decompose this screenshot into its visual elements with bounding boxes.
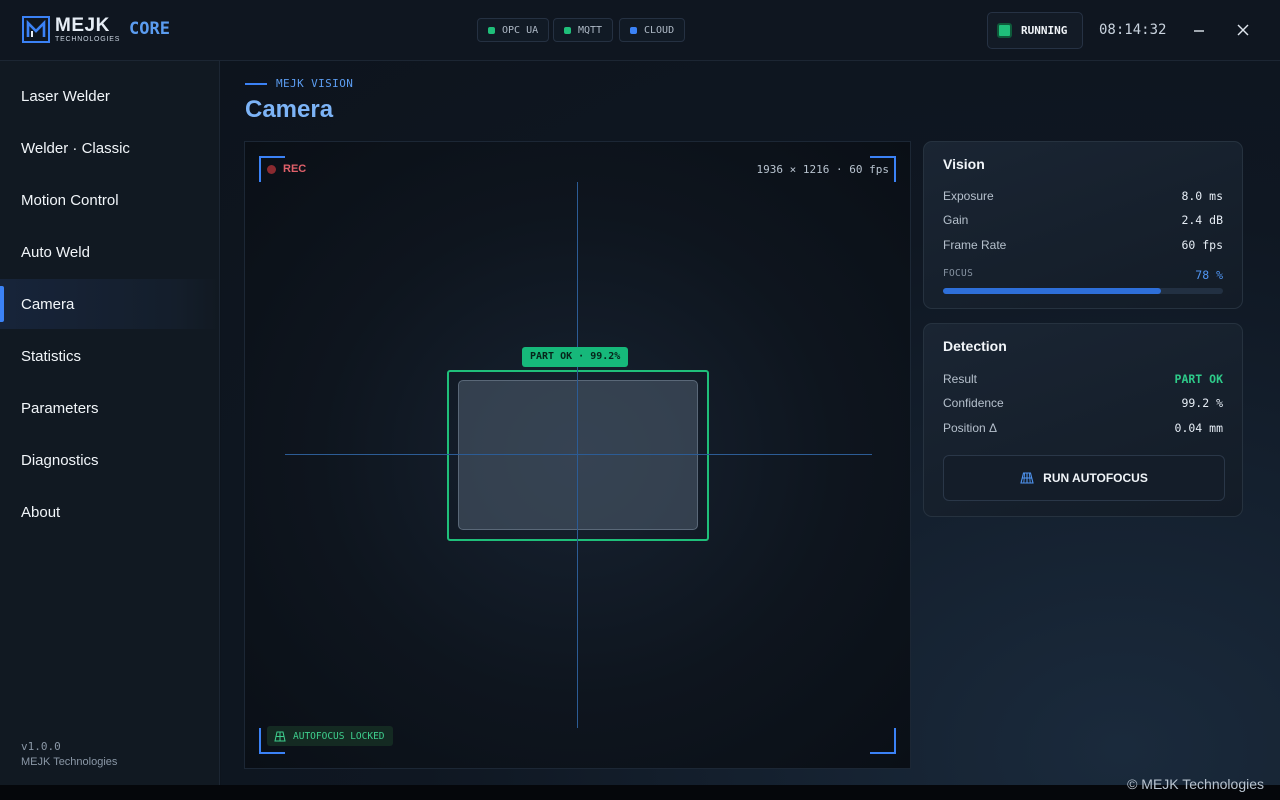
section-eyebrow: MEJK VISION <box>245 77 353 90</box>
connection-status-dot <box>488 26 495 34</box>
brand-name: MEJK <box>55 15 110 36</box>
focus-grid-icon <box>274 731 286 741</box>
viewport-corner-bracket <box>870 728 896 754</box>
vision-card: Vision Exposure 8.0 ms Gain 2.4 dB Frame… <box>923 141 1243 309</box>
company-name: MEJK Technologies <box>21 756 118 768</box>
run-autofocus-label: RUN AUTOFOCUS <box>1043 471 1148 485</box>
page-title: Camera <box>245 96 334 123</box>
row-value: 2.4 dB <box>1181 213 1223 227</box>
row-label: Result <box>943 372 978 386</box>
card-title: Vision <box>943 156 985 172</box>
connection-opcua: OPC UA <box>477 18 550 42</box>
row-value: 8.0 ms <box>1181 189 1223 203</box>
vision-row-frame-rate: Frame Rate 60 fps <box>943 238 1223 254</box>
logo-icon <box>22 16 50 43</box>
sidebar-item-welder-classic[interactable]: Welder · Classic <box>0 123 219 173</box>
status-led-icon <box>997 23 1012 38</box>
sidebar-item-camera[interactable]: Camera <box>0 279 219 329</box>
minimize-button[interactable] <box>1188 19 1210 41</box>
sidebar-item-diagnostics[interactable]: Diagnostics <box>0 435 219 485</box>
connection-label: CLOUD <box>644 24 675 36</box>
clock: 08:14:32 <box>1099 22 1167 38</box>
eyebrow-bar <box>245 82 267 85</box>
close-icon <box>1237 24 1249 36</box>
crosshair-vertical <box>577 182 578 728</box>
focus-progress-bar <box>943 288 1223 294</box>
vision-row-gain: Gain 2.4 dB <box>943 213 1223 229</box>
record-dot-icon <box>267 164 276 174</box>
detection-tag: PART OK · 99.2% <box>522 347 629 367</box>
detection-bounding-box <box>447 370 709 541</box>
minimize-icon <box>1194 30 1204 32</box>
vision-row-exposure: Exposure 8.0 ms <box>943 189 1223 205</box>
focus-progress-fill <box>943 288 1162 294</box>
brand-subtitle: TECHNOLOGIES <box>55 36 121 43</box>
machine-status-badge: RUNNING <box>987 12 1083 49</box>
card-title: Detection <box>943 338 1007 354</box>
connection-label: MQTT <box>578 24 603 36</box>
connection-label: OPC UA <box>502 24 539 36</box>
row-label: Gain <box>943 213 969 227</box>
close-button[interactable] <box>1232 19 1254 41</box>
connection-status-dot <box>630 26 637 34</box>
connection-cloud: CLOUD <box>619 18 686 42</box>
row-label: Position Δ <box>943 421 998 435</box>
machine-status-label: RUNNING <box>1021 24 1068 37</box>
sidebar-item-laser-welder[interactable]: Laser Welder <box>0 71 219 121</box>
run-autofocus-button[interactable]: RUN AUTOFOCUS <box>943 455 1225 501</box>
focus-value: 78 % <box>1195 268 1223 282</box>
detection-row-result: Result PART OK <box>943 372 1223 388</box>
row-label: Exposure <box>943 189 994 203</box>
row-label: Frame Rate <box>943 238 1007 252</box>
rec-label: REC <box>283 163 307 175</box>
eyebrow-label: MEJK VISION <box>276 77 354 90</box>
main-content: MEJK VISION Camera REC 1936 × 1216 · 60 … <box>221 61 1280 785</box>
sidebar-item-auto-weld[interactable]: Auto Weld <box>0 227 219 277</box>
focus-grid-icon <box>1020 472 1034 484</box>
connection-status-dot <box>564 26 571 34</box>
detection-row-confidence: Confidence 99.2 % <box>943 396 1223 412</box>
detection-row-position-delta: Position Δ 0.04 mm <box>943 421 1223 437</box>
row-value: 99.2 % <box>1181 396 1223 410</box>
sidebar: Laser Welder Welder · Classic Motion Con… <box>0 61 220 785</box>
app-window: MEJK TECHNOLOGIES CORE OPC UA MQTT CLOUD… <box>0 0 1280 785</box>
camera-viewport[interactable]: REC 1936 × 1216 · 60 fps PART OK · 99.2%… <box>244 141 911 769</box>
focus-label: FOCUS <box>943 268 974 279</box>
copyright-notice: © MEJK Technologies <box>1127 776 1264 792</box>
resolution-info: 1936 × 1216 · 60 fps <box>756 163 889 176</box>
sidebar-item-about[interactable]: About <box>0 487 219 537</box>
row-value: PART OK <box>1174 372 1223 386</box>
top-bar: MEJK TECHNOLOGIES CORE OPC UA MQTT CLOUD… <box>0 0 1280 61</box>
sidebar-item-statistics[interactable]: Statistics <box>0 331 219 381</box>
detection-card: Detection Result PART OK Confidence 99.2… <box>923 323 1243 517</box>
autofocus-status-badge: AUTOFOCUS LOCKED <box>267 726 393 746</box>
app-version: v1.0.0 <box>21 740 61 753</box>
row-value: 0.04 mm <box>1174 421 1223 435</box>
autofocus-status-label: AUTOFOCUS LOCKED <box>293 730 385 742</box>
connection-mqtt: MQTT <box>553 18 614 42</box>
sidebar-item-motion-control[interactable]: Motion Control <box>0 175 219 225</box>
row-value: 60 fps <box>1181 238 1223 252</box>
crosshair-horizontal <box>285 454 872 455</box>
row-label: Confidence <box>943 396 1004 410</box>
rec-indicator: REC <box>267 163 306 175</box>
product-name: CORE <box>129 19 170 39</box>
sidebar-item-parameters[interactable]: Parameters <box>0 383 219 433</box>
logo: MEJK TECHNOLOGIES <box>22 16 120 43</box>
